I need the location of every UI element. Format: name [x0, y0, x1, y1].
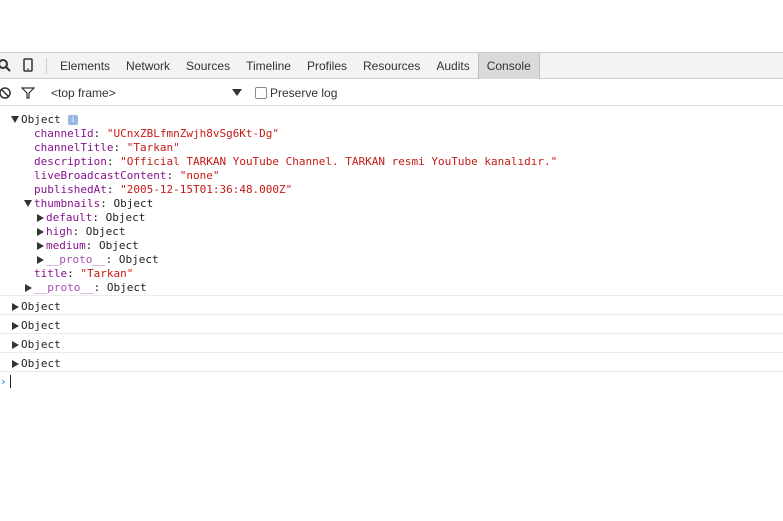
- preserve-log-label: Preserve log: [270, 86, 338, 100]
- collapse-triangle-icon[interactable]: [37, 242, 44, 250]
- prop-key: publishedAt: [34, 183, 107, 196]
- prop-value: "Tarkan": [80, 267, 134, 280]
- prop-value: Object: [99, 239, 139, 252]
- page-blank-area: [0, 0, 783, 52]
- console-object-collapsed[interactable]: Object: [21, 319, 61, 333]
- object-prop-row: description: "Official TARKAN YouTube Ch…: [34, 155, 558, 168]
- row-divider: [0, 314, 783, 315]
- prop-value: "Official TARKAN YouTube Channel. TARKAN…: [120, 155, 558, 168]
- row-divider: [0, 295, 783, 296]
- tab-sources[interactable]: Sources: [178, 53, 238, 79]
- tab-network[interactable]: Network: [118, 53, 178, 79]
- prop-key: channelId: [34, 127, 94, 140]
- object-label: Object: [21, 357, 61, 370]
- prop-value: Object: [118, 253, 159, 266]
- console-object-collapsed[interactable]: Object: [21, 338, 61, 352]
- prop-key: medium: [46, 239, 86, 252]
- collapse-triangle-icon[interactable]: [37, 228, 44, 236]
- toolbar-divider: [46, 58, 47, 74]
- object-prop-row: channelId: "UCnxZBLfmnZwjh8vSg6Kt-Dg": [34, 127, 280, 140]
- collapse-triangle-icon[interactable]: [37, 256, 44, 264]
- collapse-triangle-icon[interactable]: [12, 341, 19, 349]
- collapse-triangle-icon[interactable]: [12, 303, 19, 311]
- search-icon[interactable]: [0, 58, 11, 72]
- prop-value: "2005-12-15T01:36:48.000Z": [120, 183, 293, 196]
- expand-triangle-icon[interactable]: [11, 116, 19, 123]
- prop-key: default: [46, 211, 93, 224]
- tab-console[interactable]: Console: [477, 53, 540, 79]
- prop-value: "UCnxZBLfmnZwjh8vSg6Kt-Dg": [106, 127, 280, 140]
- console-output: Object i channelId: "UCnxZBLfmnZwjh8vSg6…: [0, 107, 783, 521]
- object-prop-row: liveBroadcastContent: "none": [34, 169, 220, 182]
- row-divider: [0, 333, 783, 334]
- tab-timeline[interactable]: Timeline: [238, 53, 299, 79]
- prop-key: __proto__: [34, 281, 94, 294]
- prop-value: Object: [105, 211, 146, 224]
- prop-value: Object: [85, 225, 126, 238]
- collapse-triangle-icon[interactable]: [12, 360, 19, 368]
- thumbnail-child-row[interactable]: high: Object: [46, 225, 126, 239]
- console-prompt-icon: ›: [0, 375, 7, 388]
- prop-value: Object: [106, 281, 147, 294]
- frame-selector[interactable]: <top frame>: [51, 86, 116, 100]
- object-label: Object: [21, 338, 61, 351]
- info-icon[interactable]: i: [68, 115, 78, 125]
- proto-row[interactable]: __proto__: Object: [34, 281, 147, 295]
- object-label: Object: [21, 300, 61, 313]
- filter-icon[interactable]: [21, 86, 35, 100]
- prop-key: thumbnails: [34, 197, 101, 210]
- expand-triangle-icon[interactable]: [24, 200, 32, 207]
- object-label: Object: [21, 319, 61, 332]
- console-input[interactable]: [10, 375, 11, 388]
- console-filter-bar: <top frame> Preserve log: [0, 80, 783, 106]
- thumbnail-child-row[interactable]: medium: Object: [46, 239, 139, 253]
- prop-key: channelTitle: [34, 141, 114, 154]
- prop-key: high: [46, 225, 73, 238]
- console-object-collapsed[interactable]: Object: [21, 357, 61, 371]
- thumbnail-child-row[interactable]: default: Object: [46, 211, 145, 225]
- tab-audits[interactable]: Audits: [428, 53, 477, 79]
- console-object-expanded[interactable]: Object: [21, 113, 61, 127]
- object-prop-row: title: "Tarkan": [34, 267, 134, 280]
- collapse-triangle-icon[interactable]: [25, 284, 32, 292]
- prop-key: __proto__: [46, 253, 106, 266]
- tab-profiles[interactable]: Profiles: [299, 53, 355, 79]
- prop-key: title: [34, 267, 68, 280]
- chevron-down-icon[interactable]: [232, 89, 242, 96]
- prop-key: liveBroadcastContent: [34, 169, 167, 182]
- prop-value: "Tarkan": [126, 141, 180, 154]
- object-prop-row: channelTitle: "Tarkan": [34, 141, 180, 154]
- prop-value: "none": [179, 169, 220, 182]
- clear-console-icon[interactable]: [0, 86, 12, 100]
- prop-value: Object: [113, 197, 154, 210]
- row-divider: [0, 352, 783, 353]
- prop-key: description: [34, 155, 107, 168]
- tab-elements[interactable]: Elements: [52, 53, 118, 79]
- object-label: Object: [21, 113, 61, 126]
- devtools-tabs: Elements Network Sources Timeline Profil…: [52, 53, 540, 79]
- thumbnails-row[interactable]: thumbnails: Object: [34, 197, 153, 211]
- collapse-triangle-icon[interactable]: [37, 214, 44, 222]
- thumbnail-child-row[interactable]: __proto__: Object: [46, 253, 159, 267]
- console-object-collapsed[interactable]: Object: [21, 300, 61, 314]
- object-prop-row: publishedAt: "2005-12-15T01:36:48.000Z": [34, 183, 293, 196]
- devtools-toolbar: Elements Network Sources Timeline Profil…: [0, 52, 783, 79]
- row-divider: [0, 371, 783, 372]
- device-mode-icon[interactable]: [21, 58, 35, 72]
- tab-resources[interactable]: Resources: [355, 53, 428, 79]
- preserve-log-checkbox[interactable]: [255, 87, 267, 99]
- collapse-triangle-icon[interactable]: [12, 322, 19, 330]
